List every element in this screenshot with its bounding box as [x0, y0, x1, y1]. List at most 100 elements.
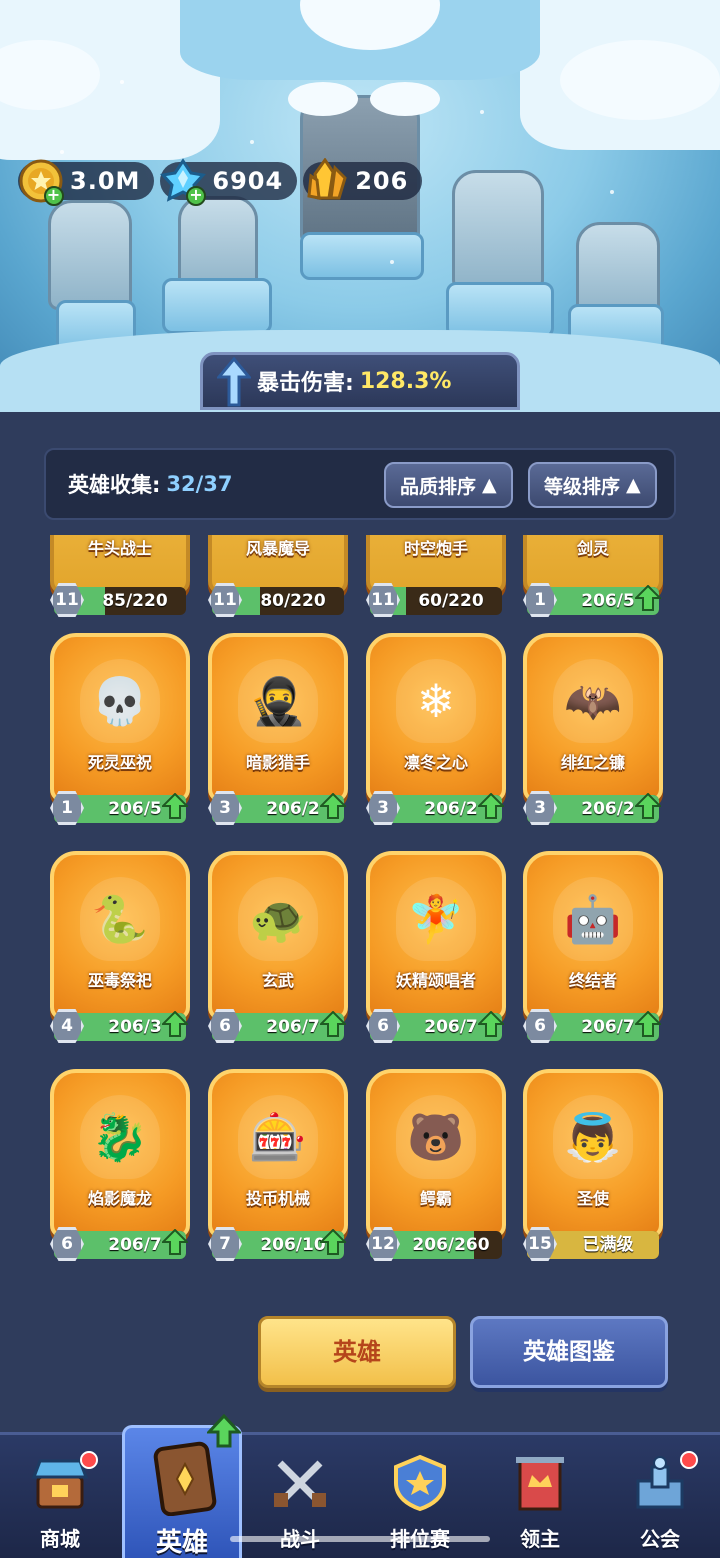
hero-portrait: 💀	[80, 659, 160, 743]
upgrade-arrow-icon	[318, 1010, 348, 1037]
hero-portrait: 🐢	[238, 877, 318, 961]
nav-lord[interactable]: 领主	[480, 1435, 600, 1558]
snowflake	[120, 80, 124, 84]
hero-card[interactable]: 🐉 焰影魔龙 206/7 6	[50, 1069, 190, 1269]
hero-portrait: ❄	[396, 659, 476, 743]
rank-shield-icon	[394, 1454, 446, 1512]
collection-bar: 英雄收集: 32/37 品质排序 ▲ 等级排序 ▲	[44, 448, 676, 520]
snow-cap	[560, 40, 720, 120]
diamond-currency[interactable]: + 6904	[160, 158, 298, 206]
upgrade-arrow-icon	[160, 792, 190, 819]
currency-bar: + 3.0M + 6904 206	[18, 158, 423, 206]
hero-card[interactable]: 💀 死灵巫祝 206/5 1	[50, 633, 190, 833]
nav-guild-label: 公会	[640, 1527, 680, 1551]
hero-atlas-button[interactable]: 英雄图鉴	[470, 1316, 668, 1388]
upgrade-arrow-icon	[633, 1010, 663, 1037]
hero-portrait: 🐻	[396, 1095, 476, 1179]
caret-up-icon: ▲	[482, 474, 497, 496]
upgrade-arrow-icon	[160, 1228, 190, 1255]
snowflake	[610, 190, 614, 194]
collection-label: 英雄收集:	[68, 473, 161, 497]
hero-progress-text: 206/260	[412, 1235, 490, 1255]
upgrade-arrow-icon	[633, 792, 663, 819]
sort-level-button[interactable]: 等级排序 ▲	[528, 462, 657, 508]
hero-portrait: 🎰	[238, 1095, 318, 1179]
nav-hero[interactable]: 英雄	[122, 1414, 242, 1558]
hero-card[interactable]: 🐍 巫毒祭祀 206/3 4	[50, 851, 190, 1051]
crit-damage-value: 128.3%	[359, 368, 452, 394]
hero-name: 暗影猎手	[245, 753, 310, 772]
hero-card[interactable]: 👼 圣使 已满级 15	[523, 1069, 663, 1269]
gold-amount: 3.0M	[70, 167, 141, 195]
snowflake	[60, 150, 64, 154]
hero-card[interactable]: 🎰 投币机械 206/10 7	[208, 1069, 348, 1269]
up-arrow-icon	[217, 357, 251, 407]
add-diamond-icon[interactable]: +	[186, 186, 207, 206]
crit-damage-label: 暴击伤害:	[257, 371, 354, 396]
hero-progress-text: 60/220	[418, 591, 484, 611]
lord-banner-icon	[516, 1457, 564, 1511]
diamond-amount: 6904	[212, 167, 284, 195]
notification-dot	[80, 1451, 98, 1469]
hero-card[interactable]: 🦇 绯红之镰 206/2 3	[523, 633, 663, 833]
hero-progress-text: 80/220	[260, 591, 326, 611]
hero-card[interactable]: 🤖 终结者 206/7 6	[523, 851, 663, 1051]
snow-cap	[288, 82, 358, 116]
upgrade-arrow-icon	[318, 1228, 348, 1255]
hero-hall-scene	[0, 0, 720, 412]
hero-card[interactable]: 🧚 妖精颂唱者 206/7 6	[366, 851, 506, 1051]
notification-dot	[680, 1451, 698, 1469]
gold-crystal-icon	[307, 158, 347, 200]
hero-card[interactable]: ❄ 凛冬之心 206/2 3	[366, 633, 506, 833]
gold-currency[interactable]: + 3.0M	[18, 159, 155, 206]
hero-name: 凛冬之心	[403, 753, 468, 772]
nav-shop[interactable]: 商城	[0, 1435, 120, 1558]
hero-card[interactable]: 🐢 玄武 206/7 6	[208, 851, 348, 1051]
upgrade-arrow-icon	[318, 792, 348, 819]
statue-pedestal	[300, 232, 424, 280]
hero-name: 时空炮手	[403, 539, 468, 558]
hero-card[interactable]: 🐻 鳄霸 206/260 12	[366, 1069, 506, 1269]
hero-name: 风暴魔导	[245, 539, 310, 558]
snow-cap	[370, 82, 440, 116]
collection-count: 32/37	[166, 472, 233, 496]
nav-lord-label: 领主	[520, 1527, 560, 1551]
hero-name: 妖精颂唱者	[395, 971, 476, 990]
hero-name: 终结者	[568, 971, 617, 990]
statue-right-center	[452, 170, 544, 290]
hero-name: 圣使	[576, 1189, 609, 1208]
hero-card[interactable]: 🥷 暗影猎手 206/2 3	[208, 633, 348, 833]
hero-portrait: 👼	[553, 1095, 633, 1179]
sort-quality-button[interactable]: 品质排序 ▲	[384, 462, 513, 508]
upgrade-arrow-icon	[476, 792, 506, 819]
crystal-currency[interactable]: 206	[303, 158, 423, 200]
hero-name: 绯红之镰	[560, 753, 625, 772]
statue-pedestal	[162, 278, 272, 334]
hero-name: 玄武	[261, 971, 294, 990]
crit-damage-banner: 暴击伤害: 128.3%	[200, 352, 520, 410]
home-indicator	[230, 1536, 490, 1542]
snowflake	[250, 140, 254, 144]
hero-name: 剑灵	[576, 539, 609, 558]
hero-portrait: 🤖	[553, 877, 633, 961]
upgrade-arrow-icon	[633, 584, 663, 611]
hero-progress-text: 85/220	[102, 591, 168, 611]
hero-name: 焰影魔龙	[87, 1189, 152, 1208]
hero-name: 牛头战士	[87, 539, 152, 558]
hero-progress-text: 已满级	[582, 1235, 634, 1255]
add-gold-icon[interactable]: +	[44, 186, 64, 206]
nav-guild[interactable]: 公会	[600, 1435, 720, 1558]
snowflake	[480, 110, 484, 114]
sort-level-label: 等级排序	[544, 475, 621, 498]
hero-name: 巫毒祭祀	[87, 971, 152, 990]
upgrade-arrow-icon	[207, 1414, 241, 1448]
hero-portrait: 🧚	[396, 877, 476, 961]
hero-button[interactable]: 英雄	[258, 1316, 456, 1388]
hero-portrait: 🦇	[553, 659, 633, 743]
upgrade-arrow-icon	[476, 1010, 506, 1037]
statue-left	[48, 200, 132, 310]
crossed-swords-icon	[274, 1460, 326, 1507]
hero-name: 鳄霸	[419, 1189, 452, 1208]
nav-shop-label: 商城	[40, 1527, 80, 1551]
hero-grid: 牛头战士 85/220 11 风暴魔导 80/220 11 时空炮手 60/220 11 剑灵 20…	[44, 535, 676, 1295]
